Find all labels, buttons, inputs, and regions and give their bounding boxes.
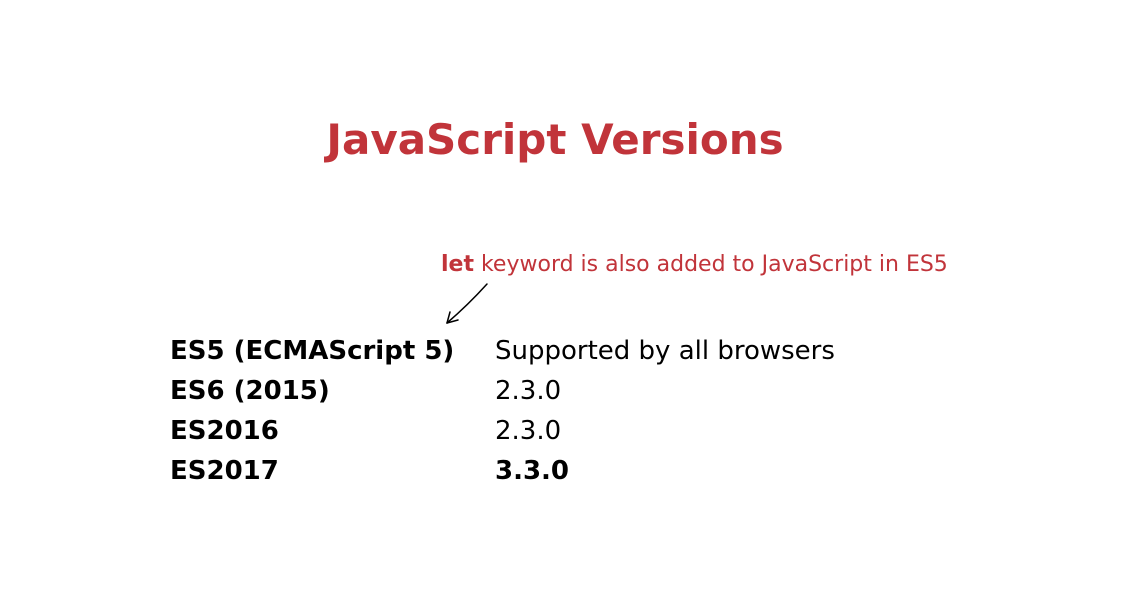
table-row: ES2016 2.3.0 [170, 411, 835, 451]
version-name: ES2016 [170, 416, 279, 446]
arrow-down-left-icon [446, 283, 488, 324]
version-name: ES2017 [170, 456, 279, 486]
version-name: ES5 (ECMAScript 5) [170, 336, 455, 366]
version-support: Supported by all browsers [495, 336, 835, 366]
version-support: 2.3.0 [495, 376, 562, 406]
slide: JavaScript Versions let keyword is also … [0, 0, 1140, 600]
table-row: ES6 (2015) 2.3.0 [170, 371, 835, 411]
page-title: JavaScript Versions [326, 115, 784, 164]
version-support: 2.3.0 [495, 416, 562, 446]
table-row: ES5 (ECMAScript 5) Supported by all brow… [170, 331, 835, 371]
annotation-note: let keyword is also added to JavaScript … [441, 250, 948, 280]
annotation-keyword: let [441, 252, 474, 277]
annotation-text: keyword is also added to JavaScript in E… [473, 252, 948, 277]
version-support: 3.3.0 [495, 456, 570, 486]
version-name: ES6 (2015) [170, 376, 330, 406]
table-row: ES2017 3.3.0 [170, 451, 835, 491]
versions-table: ES5 (ECMAScript 5) Supported by all brow… [170, 331, 835, 491]
